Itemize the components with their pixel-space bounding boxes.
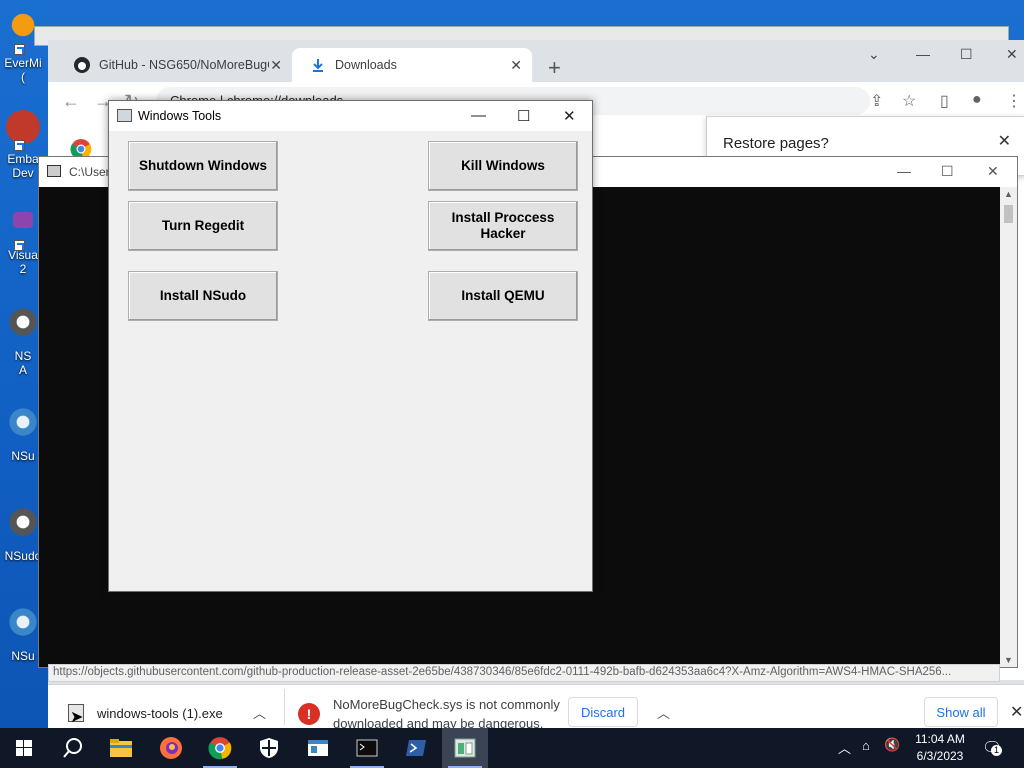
close-icon[interactable]: ✕: [1010, 702, 1023, 722]
shortcut-arrow-icon: [14, 44, 25, 55]
terminal-icon: [356, 739, 378, 757]
tab-downloads[interactable]: Downloads ✕: [292, 48, 532, 82]
close-icon[interactable]: ✕: [270, 57, 282, 74]
chevron-up-icon[interactable]: ︿: [657, 703, 670, 722]
clock-time: 11:04 AM: [915, 732, 965, 746]
close-button[interactable]: ✕: [987, 163, 999, 180]
console-scrollbar[interactable]: ▲ ▼: [1000, 187, 1017, 667]
minimize-button[interactable]: —: [916, 46, 930, 62]
share-icon[interactable]: ⇪: [870, 91, 883, 111]
console-window-icon: [47, 165, 61, 177]
tab-label: GitHub - NSG650/NoMoreBugCh: [99, 58, 269, 72]
show-all-button[interactable]: Show all: [924, 697, 998, 727]
maximize-button[interactable]: ☐: [517, 107, 530, 125]
volume-muted-icon[interactable]: 🔇: [884, 737, 900, 753]
gear-icon: [6, 605, 40, 639]
app-window-icon: [117, 109, 132, 122]
install-nsudo-button[interactable]: Install NSudo: [128, 271, 278, 321]
divider: [284, 689, 285, 725]
close-button[interactable]: ✕: [563, 107, 576, 125]
download-icon: [310, 57, 326, 73]
taskbar: ︿ ⌂ 🔇 11:04 AM 6/3/2023 🗨 1: [0, 728, 1024, 768]
taskbar-app-window[interactable]: [295, 728, 341, 768]
install-qemu-button[interactable]: Install QEMU: [428, 271, 578, 321]
discard-button[interactable]: Discard: [568, 697, 638, 727]
taskbar-firefox[interactable]: [148, 728, 194, 768]
scroll-down-icon[interactable]: ▼: [1004, 655, 1013, 665]
side-panel-icon[interactable]: ▯: [940, 91, 949, 111]
close-button[interactable]: ✕: [1006, 46, 1018, 63]
search-icon: [63, 738, 82, 758]
download-shelf: ➤ windows-tools (1).exe ︿ ! NoMoreBugChe…: [48, 684, 1024, 731]
gear-icon: [6, 405, 40, 439]
app-window-icon: [308, 740, 328, 756]
mouse-cursor-icon: ➤: [70, 709, 84, 726]
minimize-button[interactable]: —: [471, 107, 486, 124]
start-button[interactable]: [0, 728, 48, 768]
clock-date: 6/3/2023: [916, 749, 964, 763]
github-icon: [74, 57, 90, 73]
shutdown-windows-button[interactable]: Shutdown Windows: [128, 141, 278, 191]
embarcadero-icon: [6, 110, 40, 144]
scroll-up-icon[interactable]: ▲: [1004, 189, 1013, 199]
new-tab-button[interactable]: +: [548, 55, 561, 81]
tab-github[interactable]: GitHub - NSG650/NoMoreBugCh ✕: [56, 48, 292, 82]
notification-center-button[interactable]: 🗨 1: [982, 738, 1002, 758]
close-icon[interactable]: ✕: [510, 57, 522, 74]
chevron-up-icon[interactable]: ︿: [253, 703, 266, 722]
maximize-button[interactable]: ☐: [960, 46, 973, 63]
notification-count: 1: [991, 745, 1002, 756]
back-icon[interactable]: ←: [62, 91, 80, 112]
status-url-text: https://objects.githubusercontent.com/gi…: [53, 666, 952, 678]
window-title: Windows Tools: [138, 109, 222, 123]
chrome-icon: [208, 737, 232, 760]
tab-label: Downloads: [335, 58, 397, 72]
warning-icon: !: [298, 703, 320, 725]
taskbar-terminal[interactable]: [344, 728, 390, 768]
network-icon[interactable]: ⌂: [862, 738, 870, 753]
taskbar-powershell[interactable]: [393, 728, 439, 768]
turn-regedit-button[interactable]: Turn Regedit: [128, 201, 278, 251]
taskbar-defender[interactable]: [246, 728, 292, 768]
bookmark-star-icon[interactable]: ☆: [902, 91, 916, 111]
shortcut-arrow-icon: [14, 240, 25, 251]
windows-logo-icon: [16, 740, 32, 756]
console-title: C:\User: [69, 165, 110, 179]
taskbar-windows-tools[interactable]: [442, 728, 488, 768]
tab-search-chevron-icon[interactable]: ⌄: [868, 46, 880, 63]
shortcut-arrow-icon: [14, 140, 25, 151]
windows-tools-window: Windows Tools — ☐ ✕ Shutdown Windows Kil…: [108, 100, 593, 592]
menu-icon[interactable]: ⋮: [1006, 91, 1022, 111]
kill-windows-button[interactable]: Kill Windows: [428, 141, 578, 191]
clock[interactable]: 11:04 AM 6/3/2023: [905, 731, 975, 765]
install-process-hacker-button[interactable]: Install Proccess Hacker: [428, 201, 578, 251]
taskbar-chrome[interactable]: [197, 728, 243, 768]
windows-tools-icon: [454, 738, 476, 758]
download-file-name[interactable]: windows-tools (1).exe: [97, 706, 223, 721]
scrollbar-thumb[interactable]: [1004, 205, 1013, 223]
tools-titlebar: Windows Tools — ☐ ✕: [109, 101, 592, 131]
maximize-button[interactable]: ☐: [941, 163, 954, 180]
restore-pages-title: Restore pages?: [723, 135, 829, 152]
profile-icon[interactable]: ●: [972, 91, 982, 109]
file-explorer-icon: [110, 739, 132, 757]
visual-studio-icon: [13, 212, 33, 228]
chevron-up-icon[interactable]: ︿: [838, 738, 851, 757]
desktop-icon-label: EverMi (: [4, 56, 42, 84]
status-url-bubble: https://objects.githubusercontent.com/gi…: [48, 664, 1000, 682]
close-icon[interactable]: ✕: [998, 131, 1011, 151]
desktop-icon-evermind[interactable]: EverMi (: [0, 8, 46, 84]
firefox-icon: [160, 737, 182, 759]
gear-icon: [6, 505, 40, 539]
taskbar-file-explorer[interactable]: [98, 728, 144, 768]
powershell-icon: [406, 740, 426, 756]
defender-icon: [260, 738, 278, 758]
search-button[interactable]: [50, 728, 96, 768]
minimize-button[interactable]: —: [897, 163, 911, 179]
gear-icon: [6, 305, 40, 339]
